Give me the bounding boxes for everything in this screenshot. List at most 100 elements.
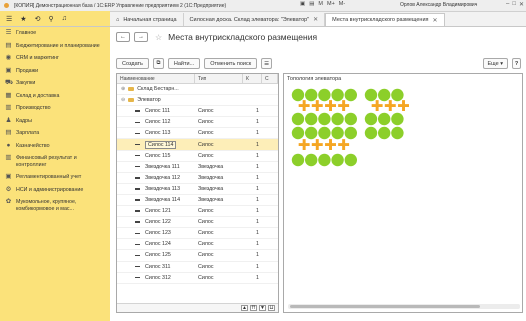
silo-circle[interactable] xyxy=(318,153,331,167)
tree-row[interactable]: Силос 113 Силос 1 xyxy=(117,128,278,140)
tree-row[interactable]: ⊖ Элеватор xyxy=(117,95,278,107)
find-button[interactable]: Найти... xyxy=(167,58,201,69)
silo-circle[interactable] xyxy=(305,112,318,126)
sidebar-item[interactable]: ▤ Зарплата xyxy=(0,127,110,140)
sidebar-item[interactable]: ✿ Мукомольное, крупяное, комбикормовое и … xyxy=(0,196,110,215)
memory-minus-icon[interactable]: M- xyxy=(339,1,345,7)
column-header-c[interactable]: С xyxy=(262,74,278,83)
sidebar-item[interactable]: ▥ Финансовый результат и контроллинг xyxy=(0,152,110,171)
silo-circle[interactable] xyxy=(378,112,391,126)
sidebar-item[interactable]: ☰ Главное xyxy=(0,27,110,40)
sections-menu-icon[interactable]: ☰ xyxy=(6,15,12,23)
app-menu[interactable] xyxy=(0,3,10,8)
scroll-up-icon[interactable]: ▲ xyxy=(241,305,248,311)
sidebar-item[interactable]: ◉ CRM и маркетинг xyxy=(0,52,110,65)
save-icon[interactable]: ▣ xyxy=(300,1,305,7)
list-settings-button[interactable]: ☰ xyxy=(261,58,273,69)
tree-row[interactable]: Силос 311 Силос 1 xyxy=(117,262,278,273)
column-header-type[interactable]: Тип xyxy=(195,74,243,83)
sidebar-item[interactable]: ▥ Производство xyxy=(0,102,110,115)
column-header-k[interactable]: К xyxy=(243,74,262,83)
tree-row[interactable]: ⊕ Склад Бестарн... xyxy=(117,84,278,96)
star-cross-icon[interactable]: ✚ xyxy=(311,97,324,115)
star-cross-icon[interactable]: ✚ xyxy=(371,97,384,115)
memory-icon[interactable]: M xyxy=(318,1,323,7)
silo-circle[interactable] xyxy=(305,153,318,167)
sidebar-item[interactable]: ⚙ НСИ и администрирование xyxy=(0,184,110,197)
tree-row[interactable]: Силос 124 Силос 1 xyxy=(117,239,278,251)
history-icon[interactable]: ⟲ xyxy=(35,15,41,23)
star-cross-icon[interactable]: ✚ xyxy=(337,97,350,115)
tree-row[interactable]: Силос 114 Силос 1 xyxy=(117,139,278,151)
silo-circle[interactable] xyxy=(331,153,344,167)
silo-circle[interactable] xyxy=(344,112,357,126)
tree-row[interactable]: Звездочка 112 Звездочка 1 xyxy=(117,173,278,184)
sidebar-item[interactable]: ▣ Продажи xyxy=(0,65,110,78)
sidebar-item[interactable]: ♟ Кадры xyxy=(0,115,110,128)
favorites-icon[interactable]: ★ xyxy=(20,15,26,23)
tree-row[interactable]: Силос 115 Силос 1 xyxy=(117,151,278,162)
tree-row[interactable]: Силос 111 Силос 1 xyxy=(117,106,278,118)
search-icon[interactable]: ⚲ xyxy=(48,15,53,23)
tree-row[interactable]: Силос 112 Силос 1 xyxy=(117,117,278,129)
tab-storage-places[interactable]: Места внутрискладского размещения ✕ xyxy=(325,13,445,26)
column-header-name[interactable]: Наименование xyxy=(117,74,195,83)
back-button[interactable]: ← xyxy=(116,32,130,42)
star-cross-icon[interactable]: ✚ xyxy=(298,136,311,154)
expand-icon[interactable]: ⊕ xyxy=(121,86,125,92)
sidebar-item[interactable]: ● Казначейство xyxy=(0,140,110,153)
scroll-down-icon[interactable]: ▼ xyxy=(259,305,266,311)
help-button[interactable]: ? xyxy=(512,58,521,69)
tree-row[interactable]: Силос 121 Силос 1 xyxy=(117,206,278,218)
places-tree[interactable]: Наименование Тип К С ⊕ Склад Бестарн... ⊖ Э… xyxy=(116,73,279,313)
sidebar-item[interactable]: ▣ Регламентированный учет xyxy=(0,171,110,184)
sidebar-item[interactable]: ▦ Склад и доставка xyxy=(0,90,110,103)
tab-home[interactable]: ⌂ Начальная страница xyxy=(110,13,184,26)
memory-plus-icon[interactable]: M+ xyxy=(327,1,335,7)
silo-circle[interactable] xyxy=(291,112,305,126)
close-tab-icon[interactable]: ✕ xyxy=(433,17,438,24)
silo-circle[interactable] xyxy=(378,126,391,140)
cancel-search-button[interactable]: Отменить поиск xyxy=(204,58,258,69)
silo-circle[interactable] xyxy=(391,112,404,126)
silo-circle[interactable] xyxy=(291,153,305,167)
tree-row[interactable]: Силос 312 Силос 1 xyxy=(117,273,278,284)
collapse-icon[interactable]: ⊖ xyxy=(121,97,125,103)
favorite-star-icon[interactable]: ☆ xyxy=(155,33,162,42)
print-icon[interactable]: ▤ xyxy=(309,1,314,7)
star-cross-icon[interactable]: ✚ xyxy=(384,97,397,115)
forward-button[interactable]: → xyxy=(134,32,148,42)
tree-row[interactable]: Силос 122 Силос 1 xyxy=(117,217,278,229)
star-cross-icon[interactable]: ✚ xyxy=(311,136,324,154)
minimize-icon[interactable]: – xyxy=(506,1,509,8)
more-button[interactable]: Еще ▾ xyxy=(482,58,508,69)
notifications-icon[interactable]: ♫ xyxy=(62,15,67,22)
tab-silo-board[interactable]: Силосная доска. Склад элеватора: "Элеват… xyxy=(184,13,326,26)
scroll-bottom-icon[interactable]: ⇊ xyxy=(268,305,275,311)
star-cross-icon[interactable]: ✚ xyxy=(337,136,350,154)
horizontal-scrollbar[interactable] xyxy=(288,304,520,309)
scroll-top-icon[interactable]: ⇈ xyxy=(250,305,257,311)
user-name[interactable]: Орлов Александр Владимирович xyxy=(400,2,477,8)
close-tab-icon[interactable]: ✕ xyxy=(313,16,318,23)
star-cross-icon[interactable]: ✚ xyxy=(298,97,311,115)
tree-row[interactable]: Звездочка 113 Звездочка 1 xyxy=(117,184,278,195)
silo-circle[interactable] xyxy=(364,112,378,126)
copy-button[interactable]: ⧉ xyxy=(152,58,164,69)
star-cross-icon[interactable]: ✚ xyxy=(324,136,337,154)
star-cross-icon[interactable]: ✚ xyxy=(324,97,337,115)
maximize-icon[interactable]: □ xyxy=(512,1,516,8)
silo-circle[interactable] xyxy=(318,112,331,126)
silo-circle[interactable] xyxy=(344,153,357,167)
star-cross-icon[interactable]: ✚ xyxy=(397,97,410,115)
tree-row[interactable]: Силос 125 Силос 1 xyxy=(117,250,278,262)
create-button[interactable]: Создать xyxy=(116,58,149,69)
close-icon[interactable]: ✕ xyxy=(519,1,524,8)
silo-circle[interactable] xyxy=(331,112,344,126)
silo-circle[interactable] xyxy=(391,126,404,140)
sidebar-item[interactable]: ⛟ Закупки xyxy=(0,77,110,90)
tree-row[interactable]: Звездочка 111 Звездочка 1 xyxy=(117,162,278,173)
scrollbar-thumb[interactable] xyxy=(290,305,480,308)
silo-circle[interactable] xyxy=(364,126,378,140)
tree-row[interactable]: Силос 123 Силос 1 xyxy=(117,228,278,240)
